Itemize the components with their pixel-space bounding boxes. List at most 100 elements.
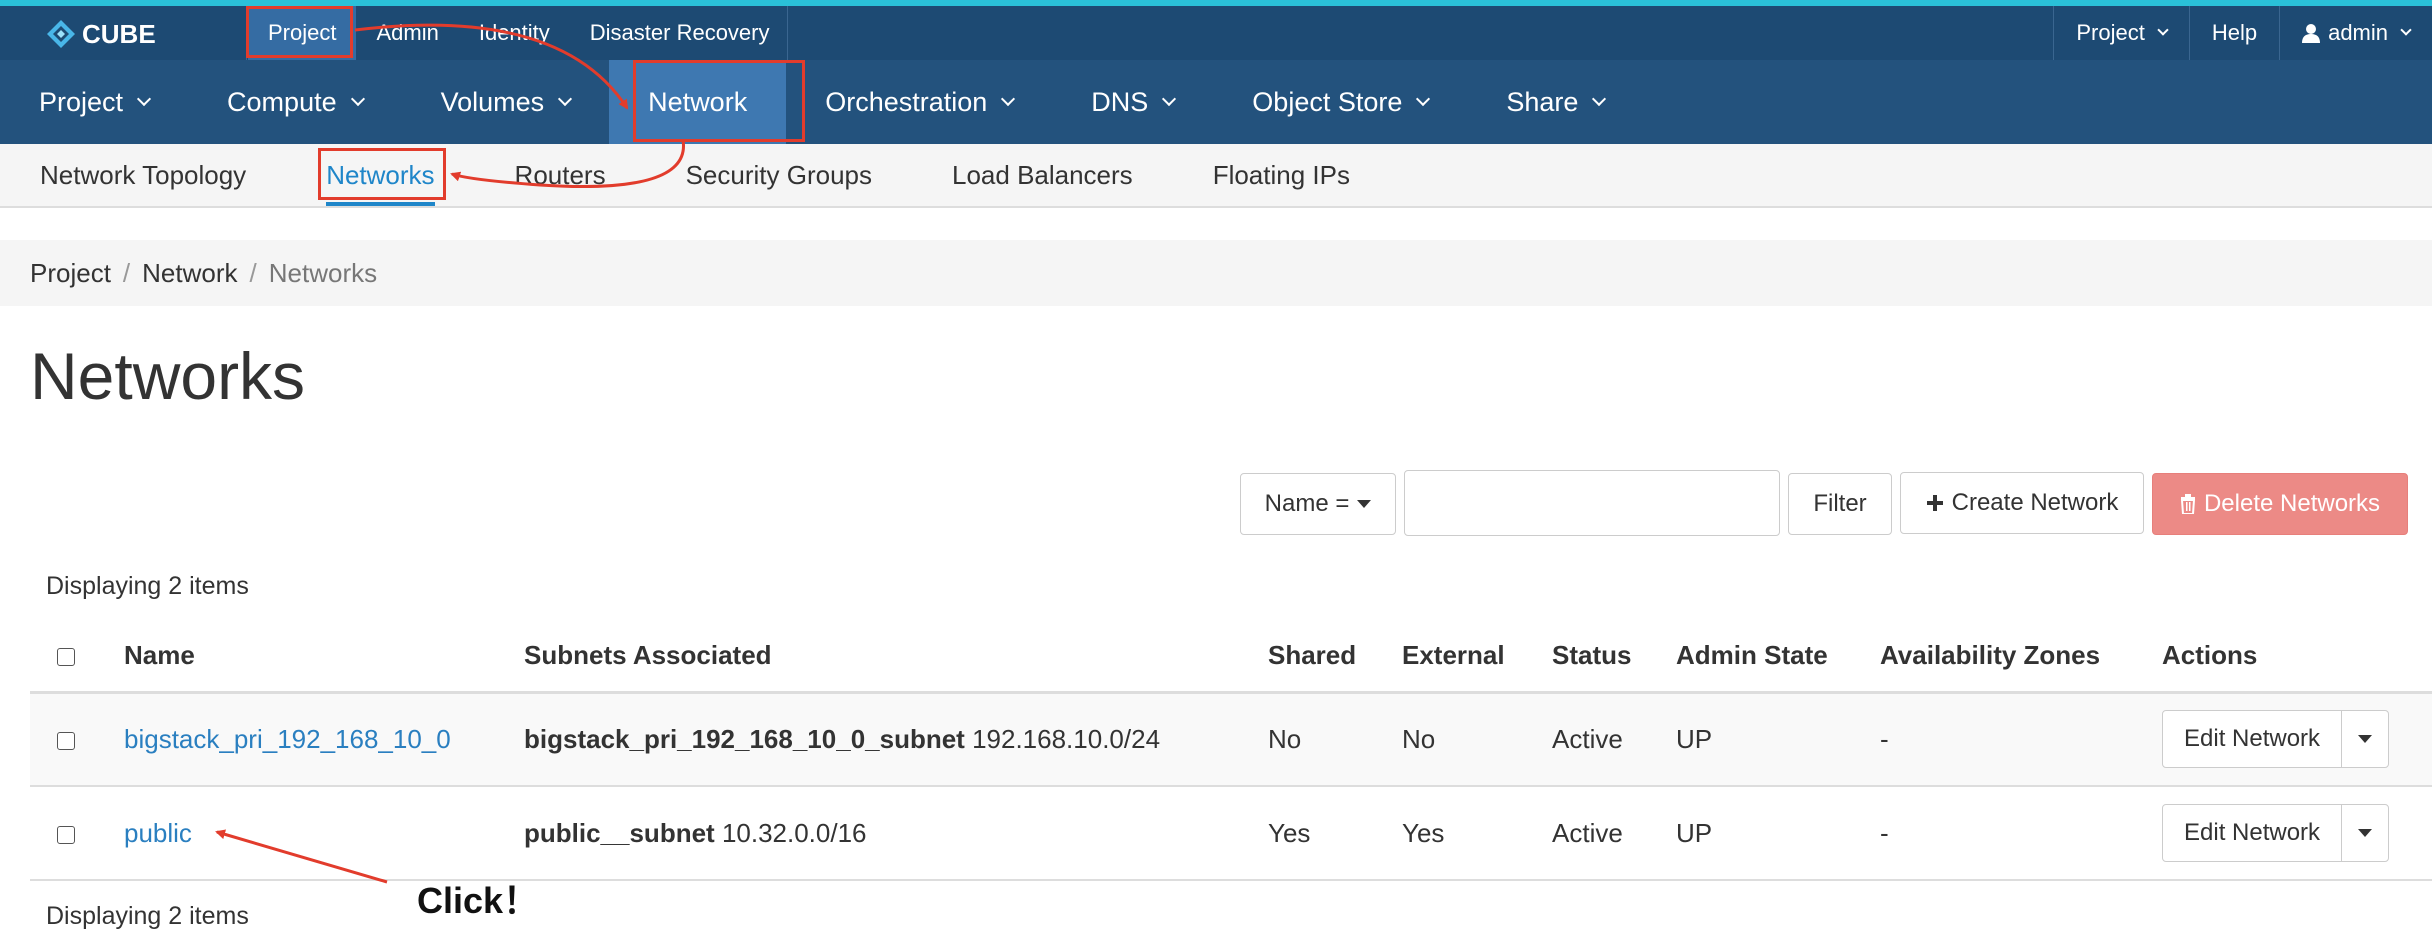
divider: [787, 6, 788, 60]
breadcrumb-network[interactable]: Network: [142, 258, 237, 289]
top-nav-identity[interactable]: Identity: [459, 6, 570, 60]
delete-networks-label: Delete Networks: [2203, 490, 2381, 517]
item-count-top: Displaying 2 items: [46, 572, 249, 600]
search-input[interactable]: [1404, 470, 1780, 536]
breadcrumb: Project / Network / Networks: [0, 240, 2432, 306]
nav-volumes[interactable]: Volumes: [402, 60, 610, 144]
network-name-link[interactable]: public: [124, 818, 192, 848]
subnet-name: public__subnet: [524, 817, 715, 848]
nav-project-label: Project: [39, 86, 124, 117]
column-header-external[interactable]: External: [1402, 620, 1552, 694]
edit-network-button[interactable]: Edit Network: [2163, 711, 2343, 768]
chevron-down-icon: [2157, 24, 2169, 36]
help-label: Help: [2211, 20, 2258, 45]
status-value: Active: [1552, 692, 1676, 787]
tab-load-balancers[interactable]: Load Balancers: [952, 144, 1133, 206]
column-header-actions: Actions: [2162, 620, 2432, 694]
row-checkbox[interactable]: [57, 825, 75, 844]
nav-compute-label: Compute: [227, 86, 337, 117]
create-network-button[interactable]: Create Network: [1900, 472, 2144, 534]
nav-dns[interactable]: DNS: [1052, 60, 1213, 144]
caret-down-icon: [2358, 735, 2373, 744]
chevron-down-icon: [350, 91, 365, 107]
project-selector-label: Project: [2076, 20, 2145, 45]
main-nav: Project Compute Volumes Network Orchestr…: [0, 60, 2432, 144]
external-value: Yes: [1402, 786, 1552, 881]
filter-button-label: Filter: [1813, 490, 1867, 517]
chevron-down-icon: [2400, 24, 2412, 36]
project-selector[interactable]: Project: [2053, 6, 2188, 60]
nav-object-store[interactable]: Object Store: [1213, 60, 1467, 144]
plus-icon: [1926, 495, 1943, 511]
filter-button[interactable]: Filter: [1788, 473, 1892, 535]
brand-name: CUBE: [82, 18, 156, 49]
user-menu[interactable]: admin: [2279, 6, 2432, 60]
column-header-availability-zones[interactable]: Availability Zones: [1880, 620, 2162, 694]
subnet-cidr: 10.32.0.0/16: [721, 817, 867, 848]
brand-logo[interactable]: CUBE: [46, 14, 156, 54]
tab-routers[interactable]: Routers: [515, 144, 606, 206]
nav-compute[interactable]: Compute: [188, 60, 402, 144]
caret-down-icon: [1357, 500, 1372, 508]
admin-state-value: UP: [1676, 692, 1880, 787]
chevron-down-icon: [1592, 91, 1607, 107]
network-name-link[interactable]: bigstack_pri_192_168_10_0: [124, 724, 451, 754]
subnet-cidr: 192.168.10.0/24: [972, 723, 1161, 754]
chevron-down-icon: [558, 91, 573, 107]
external-value: No: [1402, 692, 1552, 787]
networks-table: Name Subnets Associated Shared External …: [30, 620, 2432, 881]
user-name: admin: [2328, 20, 2388, 45]
nav-share[interactable]: Share: [1467, 60, 1643, 144]
subnet-name: bigstack_pri_192_168_10_0_subnet: [524, 723, 965, 754]
column-header-admin-state[interactable]: Admin State: [1676, 620, 1880, 694]
top-bar: CUBE Project Admin Identity Disaster Rec…: [0, 0, 2432, 60]
nav-orchestration-label: Orchestration: [825, 86, 988, 117]
caret-down-icon: [2358, 829, 2373, 837]
table-row: public public__subnet 10.32.0.0/16 Yes Y…: [30, 786, 2432, 881]
cube-logo-icon: [47, 20, 75, 48]
row-actions: Edit Network: [2162, 804, 2390, 862]
edit-network-button[interactable]: Edit Network: [2163, 805, 2343, 861]
highlight-box-network: [633, 60, 805, 142]
highlight-box-project: [246, 6, 353, 58]
user-icon: [2302, 24, 2321, 43]
filter-field-dropdown[interactable]: Name =: [1240, 473, 1396, 535]
more-actions-toggle[interactable]: [2342, 711, 2388, 767]
row-checkbox[interactable]: [57, 731, 75, 750]
nav-object-store-label: Object Store: [1252, 86, 1403, 117]
breadcrumb-separator: /: [122, 257, 131, 288]
chevron-down-icon: [1416, 91, 1431, 107]
top-nav-admin[interactable]: Admin: [356, 6, 458, 60]
filter-field-label: Name =: [1264, 490, 1350, 517]
highlight-box-networks: [318, 148, 446, 200]
column-header-shared[interactable]: Shared: [1268, 620, 1402, 694]
nav-volumes-label: Volumes: [440, 86, 545, 117]
shared-value: Yes: [1268, 786, 1402, 881]
status-value: Active: [1552, 786, 1676, 881]
table-row: bigstack_pri_192_168_10_0 bigstack_pri_1…: [30, 692, 2432, 787]
shared-value: No: [1268, 692, 1402, 787]
column-header-subnets[interactable]: Subnets Associated: [524, 620, 1268, 694]
tab-floating-ips[interactable]: Floating IPs: [1213, 144, 1350, 206]
item-count-bottom: Displaying 2 items: [46, 902, 249, 930]
breadcrumb-project[interactable]: Project: [30, 258, 111, 289]
tab-network-topology[interactable]: Network Topology: [40, 144, 246, 206]
delete-networks-button[interactable]: Delete Networks: [2152, 473, 2408, 535]
select-all-checkbox[interactable]: [57, 647, 75, 666]
column-header-name[interactable]: Name: [124, 620, 524, 694]
zones-value: -: [1880, 692, 2162, 787]
column-header-status[interactable]: Status: [1552, 620, 1676, 694]
chevron-down-icon: [1162, 91, 1177, 107]
breadcrumb-separator: /: [249, 257, 257, 288]
tab-security-groups[interactable]: Security Groups: [686, 144, 872, 206]
nav-orchestration[interactable]: Orchestration: [786, 60, 1052, 144]
create-network-label: Create Network: [1951, 489, 2119, 516]
more-actions-toggle[interactable]: [2342, 805, 2388, 861]
top-right-nav: Project Help admin: [2053, 6, 2432, 60]
help-link[interactable]: Help: [2188, 6, 2279, 60]
annotation-click-label: Click！: [417, 880, 540, 921]
top-nav-disaster-recovery[interactable]: Disaster Recovery: [570, 6, 790, 60]
row-actions: Edit Network: [2162, 710, 2390, 769]
chevron-down-icon: [1001, 91, 1016, 107]
nav-project[interactable]: Project: [0, 60, 188, 144]
